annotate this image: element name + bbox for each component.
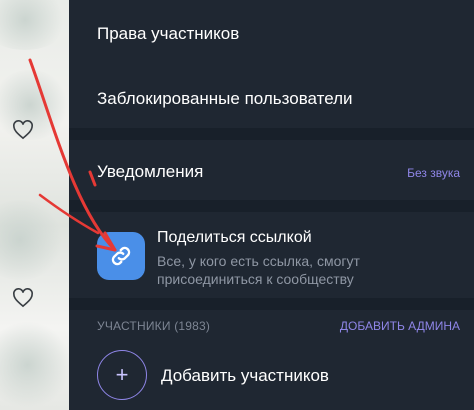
section-divider (69, 128, 474, 140)
section-divider (69, 200, 474, 212)
section-divider (69, 298, 474, 310)
community-settings-panel: Права участников Заблокированные пользов… (69, 0, 474, 410)
member-rights-item[interactable]: Права участников (97, 24, 239, 44)
share-link-title[interactable]: Поделиться ссылкой (157, 229, 312, 247)
plus-icon[interactable]: + (97, 350, 147, 400)
blocked-users-item[interactable]: Заблокированные пользователи (97, 89, 353, 109)
add-members-button[interactable]: Добавить участников (161, 366, 329, 386)
background-chat-strip (0, 0, 69, 410)
link-icon[interactable] (97, 232, 145, 280)
members-section-label: УЧАСТНИКИ (1983) (97, 319, 211, 333)
heart-icon[interactable] (12, 120, 34, 140)
notifications-item[interactable]: Уведомления (97, 162, 203, 182)
share-link-description: Все, у кого есть ссылка, смогут присоеди… (157, 253, 360, 287)
notifications-state: Без звука (407, 166, 460, 180)
heart-icon[interactable] (12, 288, 34, 308)
add-admin-button[interactable]: ДОБАВИТЬ АДМИНА (340, 319, 460, 333)
